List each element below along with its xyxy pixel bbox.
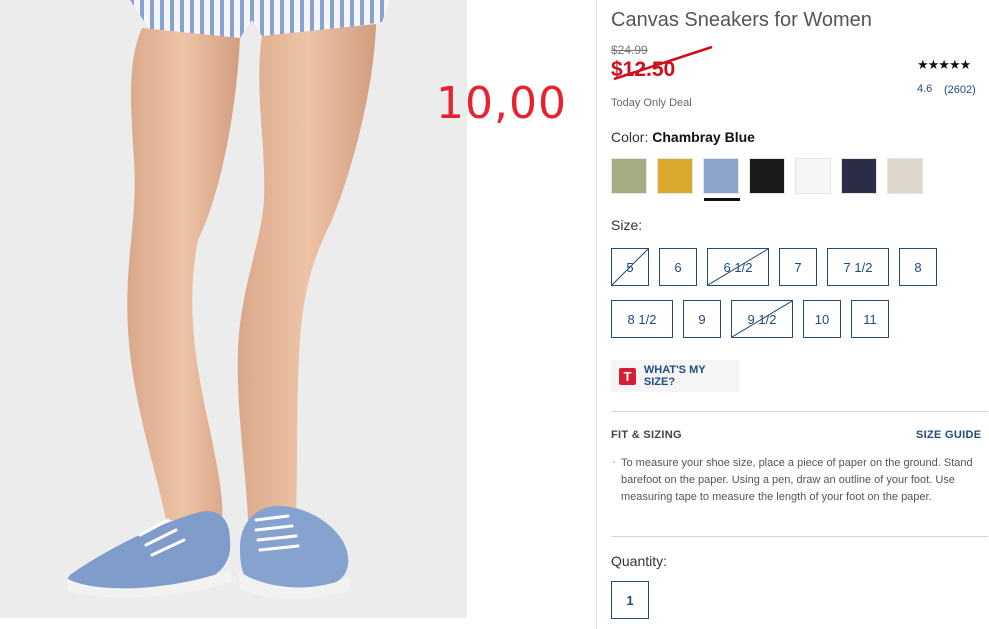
overlay-price-annotation: 10,00: [436, 78, 567, 129]
color-swatch-navy[interactable]: [841, 158, 877, 194]
size-option-label: 9: [698, 311, 706, 327]
size-option-label: 8 1/2: [627, 311, 657, 327]
bullet-icon: ·: [612, 456, 616, 468]
whats-my-size-label: WHAT'S MY SIZE?: [643, 364, 706, 388]
size-option[interactable]: 11: [851, 300, 889, 338]
fit-sizing-title: FIT & SIZING: [611, 429, 682, 441]
size-option[interactable]: 6 1/2: [707, 248, 769, 286]
whats-my-size-button[interactable]: T WHAT'S MY SIZE?: [611, 360, 739, 392]
size-option-label: 11: [863, 311, 877, 327]
product-photo: [0, 0, 467, 618]
color-swatch-list: [611, 158, 923, 201]
color-swatch-sage-green[interactable]: [611, 158, 647, 194]
product-title: Canvas Sneakers for Women: [611, 9, 872, 31]
size-option[interactable]: 9 1/2: [731, 300, 793, 338]
size-option[interactable]: 6: [659, 248, 697, 286]
size-option-label: 7 1/2: [843, 259, 873, 275]
color-swatch-mustard[interactable]: [657, 158, 693, 194]
true-fit-logo-icon: T: [619, 367, 636, 385]
size-option[interactable]: 10: [803, 300, 841, 338]
size-label: Size:: [611, 217, 643, 233]
size-option[interactable]: 8: [899, 248, 937, 286]
size-option[interactable]: 7 1/2: [827, 248, 889, 286]
price-strike-annotation: [613, 45, 713, 81]
unavailable-slash-icon: [732, 301, 792, 337]
size-option-label: 8: [914, 259, 922, 275]
rating-value[interactable]: 4.6: [917, 83, 932, 95]
size-option[interactable]: 5: [611, 248, 649, 286]
divider: [611, 411, 988, 412]
size-option-label: 7: [794, 259, 802, 275]
fit-sizing-text: To measure your shoe size, place a piece…: [621, 457, 973, 503]
color-swatch-white[interactable]: [795, 158, 831, 194]
unavailable-slash-icon: [612, 249, 648, 285]
size-option[interactable]: 9: [683, 300, 721, 338]
color-label: Color:: [611, 129, 649, 145]
unavailable-slash-icon: [708, 249, 768, 285]
size-option[interactable]: 7: [779, 248, 817, 286]
quantity-select[interactable]: 1: [611, 581, 649, 619]
color-swatch-stone[interactable]: [887, 158, 923, 194]
deal-label: Today Only Deal: [611, 97, 692, 109]
size-guide-link[interactable]: SIZE GUIDE: [916, 429, 981, 441]
panel-divider: [596, 0, 597, 629]
divider: [611, 536, 988, 537]
color-swatch-black[interactable]: [749, 158, 785, 194]
size-option-label: 10: [814, 311, 830, 327]
product-photo-illustration: [66, 0, 390, 599]
selected-color-name: Chambray Blue: [652, 129, 755, 145]
size-option[interactable]: 8 1/2: [611, 300, 673, 338]
rating-stars-icon[interactable]: ★★★★★: [917, 57, 971, 73]
color-swatch-chambray-blue[interactable]: [703, 158, 740, 201]
quantity-label: Quantity:: [611, 553, 668, 569]
rating-count-link[interactable]: (2602): [944, 84, 976, 96]
color-row: Color: Chambray Blue: [611, 129, 755, 145]
size-option-label: 6: [674, 259, 682, 275]
